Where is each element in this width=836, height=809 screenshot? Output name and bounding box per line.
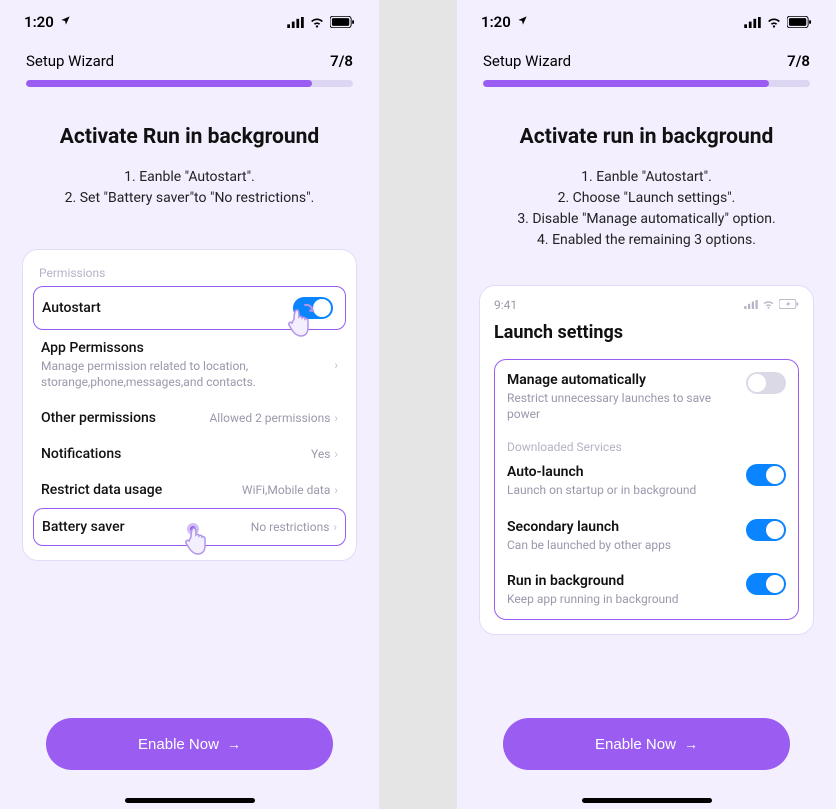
battery-saver-label: Battery saver <box>42 519 125 535</box>
auto-launch-label: Auto-launch <box>507 464 738 480</box>
secondary-launch-sub: Can be launched by other apps <box>507 537 738 553</box>
auto-launch-toggle[interactable] <box>746 464 786 486</box>
chevron-right-icon: › <box>334 483 338 497</box>
app-permissions-sub: Manage permission related to location, s… <box>41 358 326 390</box>
header-row: Setup Wizard 7/8 <box>0 44 379 80</box>
secondary-launch-label: Secondary launch <box>507 519 738 535</box>
autostart-label: Autostart <box>42 300 101 316</box>
header-label: Setup Wizard <box>26 52 114 70</box>
restrict-data-value: WiFi,Mobile data <box>242 483 330 497</box>
status-time-text: 1:20 <box>24 13 54 31</box>
inner-status-bar: 9:41 <box>494 296 799 322</box>
downloaded-services-label: Downloaded Services <box>507 432 786 454</box>
restrict-data-row[interactable]: Restrict data usage WiFi,Mobile data › <box>33 472 346 508</box>
launch-settings-card: 9:41 Launch settings Man <box>479 285 814 635</box>
other-permissions-value: Allowed 2 permissions <box>209 411 330 425</box>
cellular-icon <box>287 17 304 28</box>
restrict-data-label: Restrict data usage <box>41 482 162 498</box>
wifi-icon <box>762 298 775 312</box>
other-permissions-row[interactable]: Other permissions Allowed 2 permissions … <box>33 400 346 436</box>
location-icon <box>517 15 528 29</box>
progress-bar <box>26 80 353 87</box>
manage-auto-block: Manage automatically Restrict unnecessar… <box>494 359 799 620</box>
progress-fill <box>26 80 312 87</box>
instruction-list: 1. Eanble "Autostart". 2. Set "Battery s… <box>22 167 357 209</box>
battery-saver-value: No restrictions <box>251 520 330 534</box>
arrow-right-icon: → <box>684 736 698 752</box>
status-time: 1:20 <box>481 13 528 31</box>
progress-bar <box>483 80 810 87</box>
instruction-item: 2. Set "Battery saver"to "No restriction… <box>22 188 357 209</box>
permissions-card: Permissions Autostart App Permissons <box>22 249 357 561</box>
inner-time: 9:41 <box>494 298 517 312</box>
manage-auto-label: Manage automatically <box>507 372 738 388</box>
status-bar: 1:20 <box>457 0 836 44</box>
step-indicator: 7/8 <box>787 52 810 70</box>
location-icon <box>60 15 71 29</box>
cellular-icon <box>744 298 758 312</box>
cellular-icon <box>744 17 761 28</box>
launch-settings-title: Launch settings <box>494 322 799 343</box>
enable-now-button[interactable]: Enable Now → <box>503 718 790 770</box>
content-area: Activate run in background 1. Eanble "Au… <box>457 87 836 798</box>
chevron-right-icon: › <box>334 447 338 461</box>
autostart-row[interactable]: Autostart <box>33 286 346 330</box>
home-indicator <box>582 798 712 803</box>
instruction-item: 3. Disable "Manage automatically" option… <box>479 209 814 230</box>
auto-launch-sub: Launch on startup or in background <box>507 482 738 498</box>
arrow-right-icon: → <box>227 736 241 752</box>
other-permissions-label: Other permissions <box>41 410 156 426</box>
chevron-right-icon: › <box>334 411 338 425</box>
header-label: Setup Wizard <box>483 52 571 70</box>
battery-icon <box>330 16 355 28</box>
chevron-right-icon: › <box>334 358 338 372</box>
instruction-item: 2. Choose "Launch settings". <box>479 188 814 209</box>
enable-now-button[interactable]: Enable Now → <box>46 718 333 770</box>
app-permissions-row[interactable]: App Permissons Manage permission related… <box>33 330 346 400</box>
status-bar: 1:20 <box>0 0 379 44</box>
chevron-right-icon: › <box>333 520 337 534</box>
tap-hand-icon <box>180 519 208 547</box>
section-label: Permissions <box>33 264 346 286</box>
status-time: 1:20 <box>24 13 71 31</box>
notifications-value: Yes <box>311 447 330 461</box>
battery-icon <box>787 16 812 28</box>
run-background-toggle[interactable] <box>746 573 786 595</box>
autostart-toggle[interactable] <box>293 297 333 319</box>
header-row: Setup Wizard 7/8 <box>457 44 836 80</box>
run-background-label: Run in background <box>507 573 738 589</box>
battery-saver-row[interactable]: Battery saver No restrictions › <box>33 508 346 546</box>
wifi-icon <box>309 17 325 28</box>
instruction-item: 4. Enabled the remaining 3 options. <box>479 230 814 251</box>
run-background-sub: Keep app running in background <box>507 591 738 607</box>
page-title: Activate run in background <box>479 125 814 149</box>
instruction-item: 1. Eanble "Autostart". <box>22 167 357 188</box>
home-indicator <box>125 798 255 803</box>
instruction-list: 1. Eanble "Autostart". 2. Choose "Launch… <box>479 167 814 251</box>
progress-fill <box>483 80 769 87</box>
manage-auto-toggle[interactable] <box>746 372 786 394</box>
phone-screen-right: 1:20 Setup Wizard 7/8 Activate run in ba… <box>457 0 836 809</box>
step-indicator: 7/8 <box>330 52 353 70</box>
content-area: Activate Run in background 1. Eanble "Au… <box>0 87 379 798</box>
app-permissions-label: App Permissons <box>41 340 326 356</box>
notifications-row[interactable]: Notifications Yes › <box>33 436 346 472</box>
instruction-item: 1. Eanble "Autostart". <box>479 167 814 188</box>
notifications-label: Notifications <box>41 446 121 462</box>
cta-label: Enable Now <box>595 736 676 753</box>
status-time-text: 1:20 <box>481 13 511 31</box>
wifi-icon <box>766 17 782 28</box>
secondary-launch-toggle[interactable] <box>746 519 786 541</box>
cta-label: Enable Now <box>138 736 219 753</box>
manage-auto-sub: Restrict unnecessary launches to save po… <box>507 390 738 422</box>
battery-icon <box>779 298 799 312</box>
page-title: Activate Run in background <box>22 125 357 149</box>
phone-screen-left: 1:20 Setup Wizard 7/8 Activate Run in ba… <box>0 0 379 809</box>
